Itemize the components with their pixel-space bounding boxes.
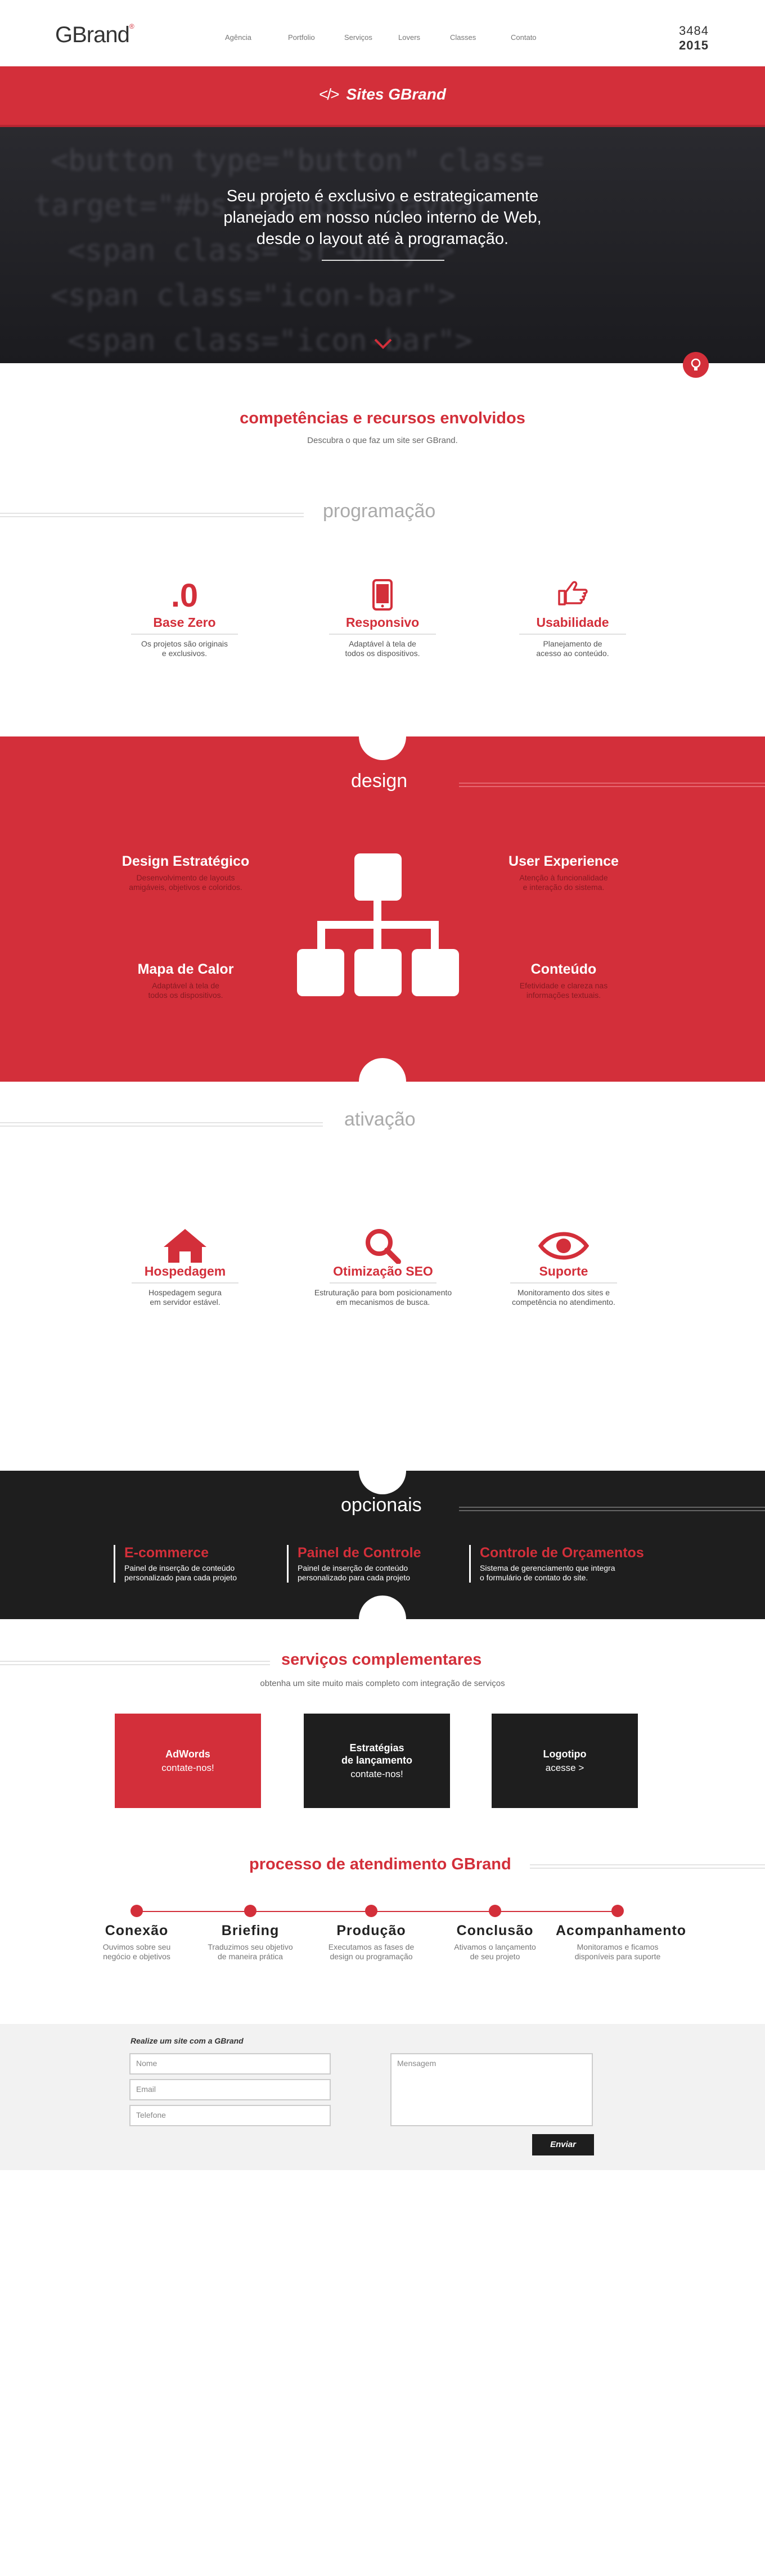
form-label: Realize um site com a GBrand	[130, 2036, 244, 2045]
counter-bottom: 2015	[679, 38, 709, 52]
nav-item-servicos[interactable]: Serviços	[344, 33, 372, 42]
processo-title: processo de atendimento GBrand	[249, 1855, 511, 1873]
hero-text: Seu projeto é exclusivo e estrategicamen…	[223, 187, 542, 248]
red-banner: </> Sites GBrand	[0, 66, 765, 127]
message-field[interactable]: Mensagem	[390, 2053, 593, 2126]
counter-top: 3484	[679, 24, 709, 38]
chevron-down-icon[interactable]	[374, 334, 393, 355]
service-box-adwords[interactable]: AdWords contate-nos!	[115, 1714, 261, 1808]
site-header: GBrand® Agência Portfolio Serviços Lover…	[0, 0, 765, 66]
nav-item-portfolio[interactable]: Portfolio	[288, 33, 315, 42]
feature-base-zero: .0 Base Zero Os projetos são originais e …	[128, 579, 241, 658]
complementares-title: serviços complementares	[281, 1651, 482, 1669]
process-step-conexao: Conexão Ouvimos sobre seu negócio e objet…	[75, 1905, 199, 1962]
counter: 3484 2015	[679, 24, 709, 53]
sitemap-icon	[297, 853, 460, 1004]
feature-suporte: Suporte Monitoramento dos sites e competê…	[507, 1228, 620, 1307]
phone-field[interactable]: Telefone	[129, 2105, 331, 2126]
hero-background-code: <button type="button" class=	[51, 144, 544, 178]
service-box-logotipo[interactable]: Logotipo acesse >	[492, 1714, 638, 1808]
process-step-briefing: Briefing Traduzimos seu objetivo de manei…	[188, 1905, 312, 1962]
nav-item-classes[interactable]: Classes	[450, 33, 476, 42]
design-section: design Design Estratégico Desenvolviment…	[0, 713, 765, 1105]
optional-controle-orcamentos: Controle de Orçamentos Sistema de gerenc…	[469, 1545, 644, 1583]
service-box-estrategias[interactable]: Estratégias de lançamento contate-nos!	[304, 1714, 450, 1808]
hero-divider	[322, 260, 444, 261]
process-step-conclusao: Conclusão Ativamos o lançamento de seu pr…	[433, 1905, 557, 1962]
complementares-subtitle: obtenha um site muito mais completo com …	[260, 1679, 505, 1688]
opcionais-title: opcionais	[341, 1494, 422, 1516]
design-item-mapa-calor: Mapa de Calor Adaptável à tela de todos o…	[137, 961, 234, 1000]
contact-form-section: Realize um site com a GBrand Nome Email …	[0, 2024, 765, 2170]
home-icon	[129, 1228, 241, 1263]
hero: <button type="button" class= target="#bs…	[0, 127, 765, 363]
programacao-title: programação	[323, 500, 436, 522]
lightbulb-icon[interactable]	[683, 352, 709, 378]
email-field[interactable]: Email	[129, 2079, 331, 2100]
feature-responsivo: Responsivo Adaptável à tela de todos os d…	[326, 579, 439, 658]
name-field[interactable]: Nome	[129, 2053, 331, 2075]
feature-seo: Otimização SEO Estruturação para bom pos…	[304, 1228, 462, 1307]
hand-pointer-icon	[516, 579, 629, 613]
feature-hospedagem: Hospedagem Hospedagem segura em servidor …	[129, 1228, 241, 1307]
logo[interactable]: GBrand®	[55, 22, 134, 48]
process-step-producao: Produção Executamos as fases de design ou…	[309, 1905, 433, 1962]
nav-item-lovers[interactable]: Lovers	[398, 33, 420, 42]
feature-usabilidade: Usabilidade Planejamento de acesso ao con…	[516, 579, 629, 658]
design-title: design	[351, 770, 408, 792]
process-step-acompanhamento: Acompanhamento Monitoramos e ficamos disp…	[556, 1905, 686, 1962]
optional-painel-controle: Painel de Controle Painel de inserção de…	[287, 1545, 421, 1583]
banner-title: Sites GBrand	[346, 85, 446, 103]
nav-item-contato[interactable]: Contato	[511, 33, 537, 42]
competencias-section: competências e recursos envolvidos Descu…	[0, 409, 765, 445]
ativacao-title: ativação	[344, 1109, 416, 1130]
nav-item-agencia[interactable]: Agência	[225, 33, 251, 42]
mobile-icon	[326, 579, 439, 613]
competencias-title: competências e recursos envolvidos	[240, 409, 525, 427]
divider	[0, 513, 304, 517]
design-item-conteudo: Conteúdo Efetividade e clareza nas inform…	[519, 961, 608, 1000]
dot-zero-icon: .0	[170, 577, 199, 614]
design-item-estrategico: Design Estratégico Desenvolvimento de la…	[122, 853, 250, 892]
code-icon: </>	[319, 85, 340, 103]
opcionais-section: opcionais E-commerce Painel de inserção …	[0, 1447, 765, 1643]
design-item-ux: User Experience Atenção à funcionalidade…	[508, 853, 619, 892]
search-icon	[304, 1228, 462, 1264]
competencias-subtitle: Descubra o que faz um site ser GBrand.	[307, 436, 458, 445]
submit-button[interactable]: Enviar	[532, 2134, 594, 2155]
optional-ecommerce: E-commerce Painel de inserção de conteúd…	[114, 1545, 237, 1583]
eye-icon	[507, 1228, 620, 1262]
